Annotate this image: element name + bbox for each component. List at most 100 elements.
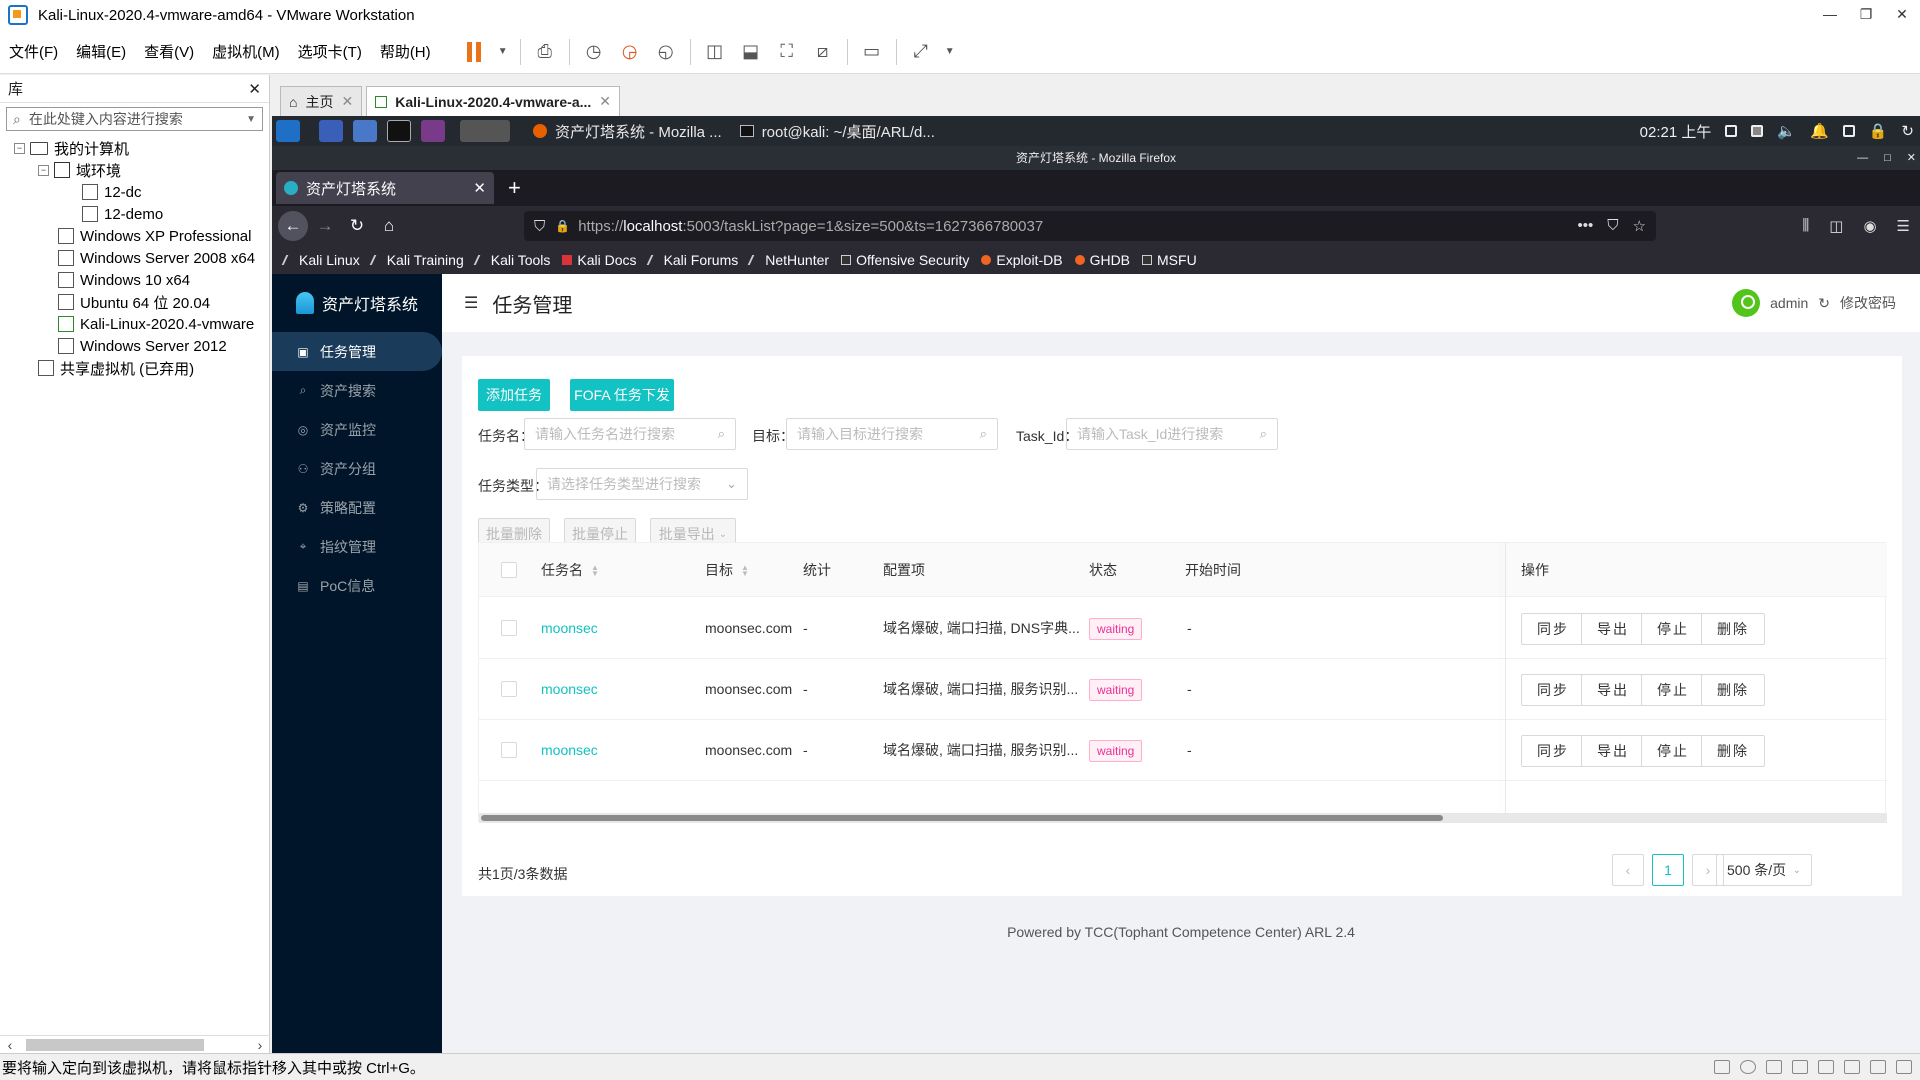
show-desktop-icon[interactable]: [319, 120, 343, 142]
tab-close-icon[interactable]: ✕: [341, 93, 353, 110]
stretch-dropdown-icon[interactable]: ▼: [944, 39, 956, 65]
export-button[interactable]: 导出: [1581, 674, 1645, 706]
notification-icon[interactable]: 🔔: [1810, 122, 1829, 140]
sidebar-item-asset-group[interactable]: ⚇ 资产分组: [272, 449, 442, 488]
tree-item-kali[interactable]: Kali-Linux-2020.4-vmware: [0, 313, 269, 335]
logout-icon[interactable]: ↻: [1818, 295, 1830, 312]
bookmark-exploit-db[interactable]: Exploit-DB: [981, 252, 1063, 268]
volume-icon[interactable]: 🔈: [1777, 122, 1796, 140]
stop-button[interactable]: 停止: [1641, 613, 1705, 645]
scroll-thumb[interactable]: [481, 815, 1443, 821]
delete-button[interactable]: 删除: [1701, 674, 1765, 706]
column-task-name[interactable]: 任务名 ▲ ▼: [541, 543, 599, 597]
minimize-icon[interactable]: —: [1812, 0, 1848, 30]
row-checkbox[interactable]: [501, 620, 517, 636]
shield-icon[interactable]: ⛉: [534, 218, 545, 235]
tab-home[interactable]: ⌂ 主页 ✕: [280, 86, 363, 116]
send-ctrl-alt-del-icon[interactable]: ⎙: [532, 39, 558, 65]
revert-snapshot-icon[interactable]: ◶: [617, 39, 643, 65]
sidebar-view-icon[interactable]: ◫: [702, 39, 728, 65]
display-icon[interactable]: [1896, 1060, 1912, 1074]
minimize-icon[interactable]: —: [1857, 146, 1868, 170]
library-search-input[interactable]: ⌕ 在此处键入内容进行搜索 ▼: [6, 107, 263, 131]
tree-item-my-computer[interactable]: − 我的计算机: [0, 137, 269, 159]
library-icon[interactable]: ⫼: [1802, 217, 1809, 235]
bookmark-kali-forums[interactable]: Kali Forums: [646, 252, 738, 268]
file-manager-icon[interactable]: [353, 120, 377, 142]
table-hscrollbar[interactable]: [479, 813, 1887, 823]
task-id-input[interactable]: 请输入Task_Id进行搜索 ⌕: [1066, 418, 1278, 450]
bookmark-kali-docs[interactable]: Kali Docs: [562, 252, 637, 268]
taskbar-item-terminal[interactable]: root@kali: ~/桌面/ARL/d...: [739, 121, 935, 142]
sort-icon[interactable]: ▲ ▼: [741, 564, 749, 578]
menu-help[interactable]: 帮助(H): [371, 41, 440, 62]
menu-tabs[interactable]: 选项卡(T): [289, 41, 371, 62]
task-name-link[interactable]: moonsec: [541, 720, 598, 781]
menu-fold-icon[interactable]: ☰: [464, 293, 478, 313]
tree-item-ubuntu[interactable]: Ubuntu 64 位 20.04: [0, 291, 269, 313]
vm-guest-display[interactable]: 资产灯塔系统 - Mozilla ... root@kali: ~/桌面/ARL…: [272, 116, 1920, 1053]
menu-edit[interactable]: 编辑(E): [67, 41, 135, 62]
prev-page-button[interactable]: ‹: [1612, 854, 1644, 886]
stop-button[interactable]: 停止: [1641, 735, 1705, 767]
task-type-select[interactable]: 请选择任务类型进行搜索 ⌄: [536, 468, 748, 500]
task-name-input[interactable]: 请输入任务名进行搜索 ⌕: [524, 418, 736, 450]
sync-button[interactable]: 同步: [1521, 674, 1585, 706]
close-icon[interactable]: ✕: [1907, 146, 1916, 170]
bookmark-msfu[interactable]: MSFU: [1142, 252, 1197, 268]
new-tab-icon[interactable]: +: [508, 175, 521, 201]
menu-vm[interactable]: 虚拟机(M): [203, 41, 289, 62]
account-icon[interactable]: ◉: [1863, 217, 1876, 235]
sync-button[interactable]: 同步: [1521, 613, 1585, 645]
library-hscrollbar[interactable]: ‹ ›: [0, 1035, 270, 1053]
restore-icon[interactable]: ❐: [1848, 0, 1884, 30]
tree-item-win2008[interactable]: Windows Server 2008 x64: [0, 247, 269, 269]
sidebar-item-task-management[interactable]: ▣ 任务管理: [272, 332, 442, 371]
sidebar-item-fingerprint[interactable]: ⌖ 指纹管理: [272, 527, 442, 566]
tree-item-12-demo[interactable]: 12-demo: [0, 203, 269, 225]
stop-button[interactable]: 停止: [1641, 674, 1705, 706]
app-launcher-icon[interactable]: [421, 120, 445, 142]
url-bar[interactable]: ⛉ 🔒 https://localhost:5003/taskList?page…: [524, 211, 1656, 241]
refresh-icon[interactable]: ↻: [1901, 122, 1914, 140]
snapshot-manager-icon[interactable]: ◵: [653, 39, 679, 65]
fofa-task-button[interactable]: FOFA 任务下发: [570, 379, 674, 411]
back-icon[interactable]: ←: [278, 211, 308, 241]
maximize-icon[interactable]: □: [1884, 146, 1891, 170]
power-icon[interactable]: [1842, 125, 1855, 137]
bookmark-kali-training[interactable]: Kali Training: [369, 252, 464, 268]
sidebar-item-poc[interactable]: ▤ PoC信息: [272, 566, 442, 605]
menu-file[interactable]: 文件(F): [0, 41, 67, 62]
bookmark-kali-linux[interactable]: Kali Linux: [281, 252, 360, 268]
home-icon[interactable]: ⌂: [374, 211, 404, 241]
page-number-button[interactable]: 1: [1652, 854, 1684, 886]
scroll-right-icon[interactable]: ›: [250, 1037, 270, 1053]
lock-icon[interactable]: 🔒: [1869, 122, 1888, 140]
lock-icon[interactable]: 🔒: [555, 219, 570, 233]
target-input[interactable]: 请输入目标进行搜索 ⌕: [786, 418, 998, 450]
fullscreen-icon[interactable]: ⛶: [774, 39, 800, 65]
sync-button[interactable]: 同步: [1521, 735, 1585, 767]
firefox-launcher-icon[interactable]: [460, 120, 510, 142]
more-icon[interactable]: •••: [1578, 217, 1594, 235]
collapse-icon[interactable]: −: [38, 164, 49, 176]
scroll-thumb[interactable]: [26, 1038, 204, 1051]
bookmark-offensive-security[interactable]: Offensive Security: [841, 252, 969, 268]
page-size-select[interactable]: 500 条/页 ⌄: [1716, 854, 1812, 886]
export-button[interactable]: 导出: [1581, 735, 1645, 767]
taskbar-item-firefox[interactable]: 资产灯塔系统 - Mozilla ...: [533, 121, 722, 142]
sidebar-icon[interactable]: ◫: [1829, 217, 1843, 235]
row-checkbox[interactable]: [501, 681, 517, 697]
username[interactable]: admin: [1770, 295, 1808, 311]
tree-item-winxp[interactable]: Windows XP Professional: [0, 225, 269, 247]
pause-dropdown-icon[interactable]: ▼: [497, 39, 509, 65]
pause-icon[interactable]: [461, 39, 487, 65]
forward-icon[interactable]: →: [310, 211, 340, 241]
stretch-icon[interactable]: ⤢: [908, 39, 934, 65]
scroll-left-icon[interactable]: ‹: [0, 1037, 20, 1053]
sidebar-item-asset-search[interactable]: ⌕ 资产搜索: [272, 371, 442, 410]
pocket-icon[interactable]: ⛉: [1607, 217, 1618, 235]
tree-item-domain[interactable]: − 域环境: [0, 159, 269, 181]
sidebar-item-policy[interactable]: ⚙ 策略配置: [272, 488, 442, 527]
task-name-link[interactable]: moonsec: [541, 598, 598, 659]
